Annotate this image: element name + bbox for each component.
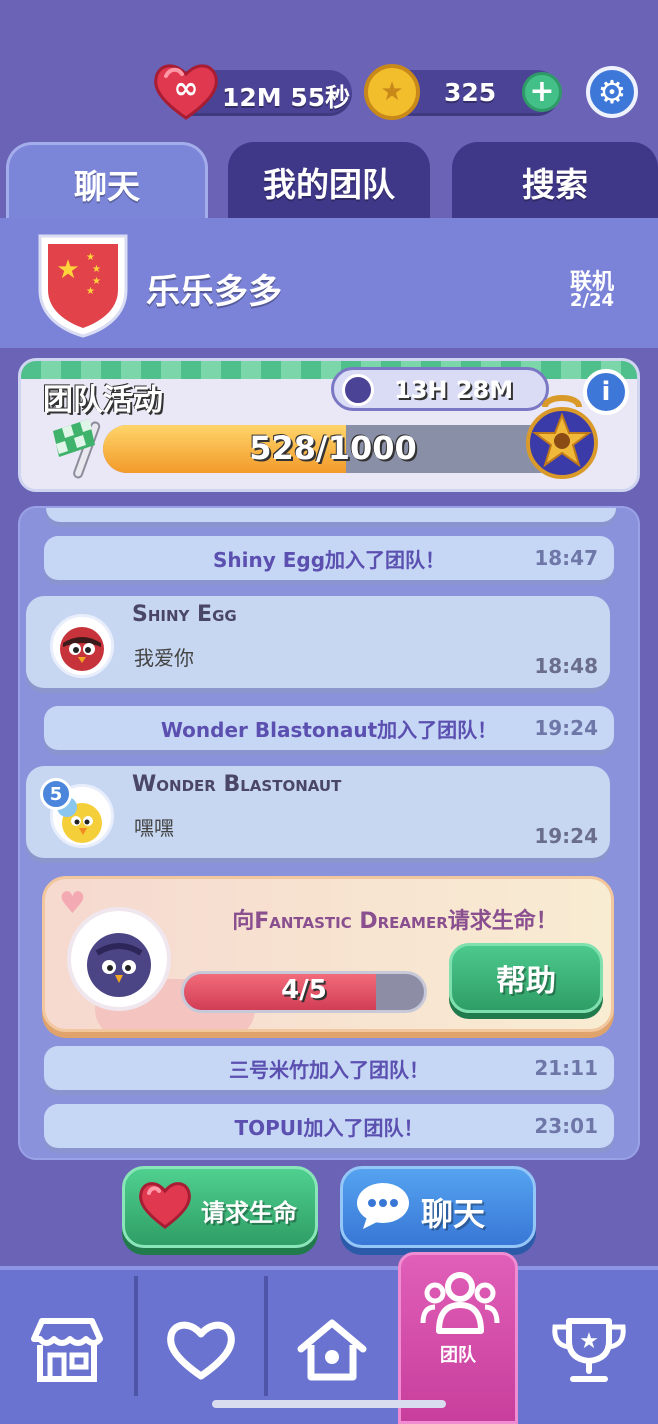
reward-chest-icon (521, 391, 603, 481)
system-message-3-text: 三号米竹加入了团队！ (229, 1057, 429, 1082)
clock-icon (342, 374, 374, 406)
system-message-2: Wonder Blastonaut加入了团队！ 19:24 (44, 706, 614, 750)
system-message-4-time: 23:01 (534, 1114, 598, 1138)
system-message-4: TOPUI加入了团队！ 23:01 (44, 1104, 614, 1148)
chat-partial-row (46, 508, 616, 522)
heart-icon (137, 1177, 193, 1233)
help-button[interactable]: 帮助 (449, 943, 603, 1013)
system-message-3-time: 21:11 (534, 1056, 598, 1080)
tab-chat[interactable]: 聊天 (6, 142, 208, 222)
infinite-lives-heart-icon: ∞ (152, 58, 220, 124)
chat-message-1[interactable]: Shiny Egg 我爱你 18:48 (26, 596, 610, 688)
life-request-text: 向Fantastic Dreamer请求生命！ (232, 909, 558, 934)
coin-icon: ★ (364, 64, 420, 120)
coins-count: 325 (444, 78, 497, 107)
level-badge: 5 (40, 778, 72, 810)
tab-search-label: 搜索 (522, 165, 588, 204)
lives-timer: 12M 55秒 (222, 83, 351, 112)
nav-shop[interactable] (0, 1276, 134, 1424)
online-count: 2/24 (569, 290, 614, 311)
tab-my-team[interactable]: 我的团队 (228, 142, 430, 222)
checkered-flag-icon (43, 411, 113, 481)
shop-icon (31, 1318, 103, 1382)
system-message-1-text: Shiny Egg加入了团队！ (212, 547, 446, 572)
nav-trophy[interactable]: ★ (520, 1276, 658, 1424)
message-2-sender: Wonder Blastonaut (132, 772, 342, 797)
svg-text:★: ★ (86, 252, 95, 263)
home-indicator (212, 1400, 446, 1408)
team-header: ★ ★ ★ ★ ★ 乐乐多多 联机 2/24 (0, 218, 658, 348)
add-coins-button[interactable]: + (522, 72, 562, 112)
home-icon (297, 1319, 367, 1381)
heart-outline-icon (167, 1321, 235, 1380)
team-event-card[interactable]: 团队活动 13H 28M i 528/1000 (18, 358, 640, 492)
message-2-time: 19:24 (534, 824, 598, 848)
svg-text:∞: ∞ (174, 71, 199, 106)
svg-text:★: ★ (86, 286, 95, 297)
nav-team-label: 团队 (440, 1345, 476, 1366)
level-badge-value: 5 (49, 783, 63, 805)
request-lives-label: 请求生命 (201, 1199, 297, 1227)
message-1-sender: Shiny Egg (132, 602, 237, 627)
event-progress-text: 528/1000 (249, 429, 417, 467)
request-lives-button[interactable]: 请求生命 (122, 1166, 318, 1248)
message-2-text: 嘿嘿 (134, 816, 174, 840)
system-message-4-text: TOPUI加入了团队！ (234, 1115, 424, 1140)
tab-my-team-label: 我的团队 (263, 165, 395, 204)
system-message-1: Shiny Egg加入了团队！ 18:47 (44, 536, 614, 580)
nav-team[interactable]: 团队 (398, 1252, 518, 1424)
event-timer: 13H 28M (394, 376, 514, 404)
avatar-red-bird (50, 614, 114, 678)
chat-message-2[interactable]: 5 Wonder Blastonaut 嘿嘿 19:24 (26, 766, 610, 858)
help-button-label: 帮助 (496, 964, 556, 999)
settings-button[interactable]: ⚙ (586, 66, 638, 118)
team-name: 乐乐多多 (146, 272, 282, 312)
life-request-card: ♥ 向Fantastic Dreamer请求生命！ 4/5 帮助 (42, 876, 614, 1032)
decorative-heart-icon: ♥ (59, 886, 86, 921)
team-flag-badge: ★ ★ ★ ★ ★ (34, 230, 132, 340)
svg-text:★: ★ (579, 1329, 599, 1354)
message-1-time: 18:48 (534, 654, 598, 678)
tab-chat-label: 聊天 (74, 166, 140, 206)
chat-bubble-icon (355, 1181, 411, 1231)
requester-avatar (67, 907, 171, 1011)
life-request-progress-text: 4/5 (281, 975, 327, 1005)
system-message-3: 三号米竹加入了团队！ 21:11 (44, 1046, 614, 1090)
message-1-text: 我爱你 (134, 646, 194, 670)
svg-text:★: ★ (56, 255, 79, 285)
event-timer-pill: 13H 28M (331, 367, 549, 411)
tab-search[interactable]: 搜索 (452, 142, 658, 222)
system-message-2-time: 19:24 (534, 716, 598, 740)
team-icon (420, 1272, 500, 1334)
plus-icon: + (529, 74, 555, 109)
svg-text:★: ★ (92, 264, 101, 275)
trophy-icon: ★ (552, 1318, 626, 1382)
chat-button[interactable]: 聊天 (340, 1166, 536, 1248)
system-message-2-text: Wonder Blastonaut加入了团队！ (160, 717, 498, 742)
chat-button-label: 聊天 (421, 1195, 486, 1233)
system-message-1-time: 18:47 (534, 546, 598, 570)
gear-icon: ⚙ (597, 73, 627, 111)
